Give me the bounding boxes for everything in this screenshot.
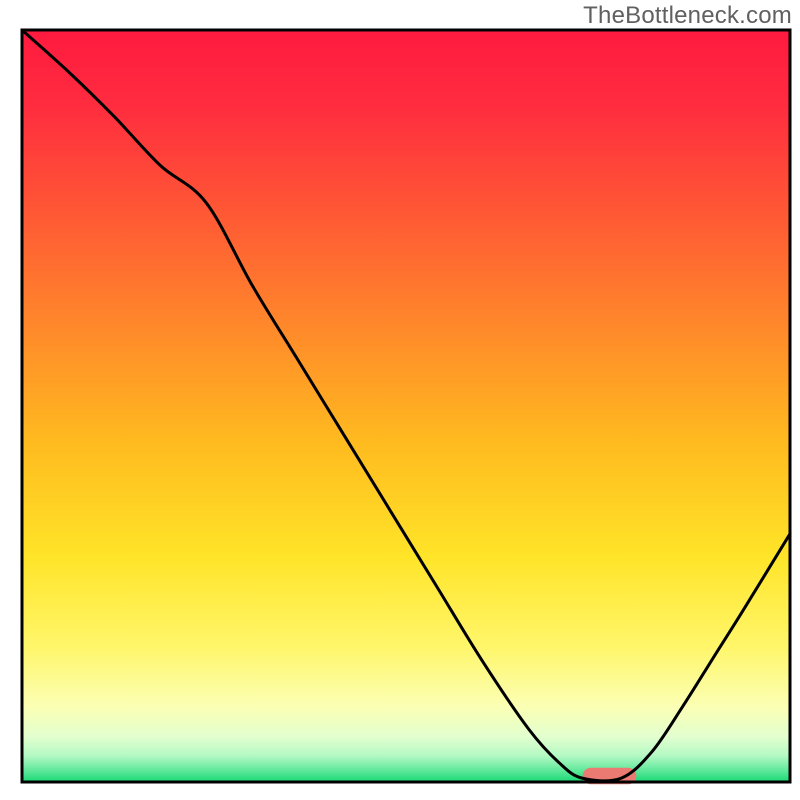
watermark-text: TheBottleneck.com [583,2,792,30]
bottleneck-chart [0,0,800,800]
chart-stage: TheBottleneck.com [0,0,800,800]
